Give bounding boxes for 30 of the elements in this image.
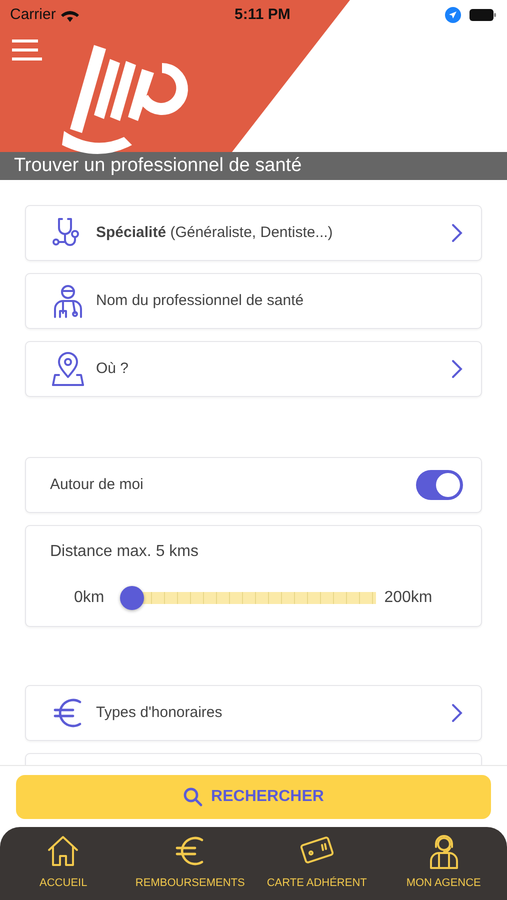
tab-item[interactable]: CARTE ADHÉRENT bbox=[254, 827, 380, 900]
home-icon bbox=[46, 834, 80, 868]
tab-item[interactable]: REMBOURSEMENTS bbox=[126, 827, 254, 900]
search-row[interactable]: Types d'honoraires bbox=[25, 685, 482, 741]
search-row[interactable]: Spécialité (Généraliste, Dentiste...) bbox=[25, 205, 482, 261]
search-icon bbox=[183, 787, 204, 807]
tab-item[interactable]: MON AGENCE bbox=[380, 827, 507, 900]
map-pin-icon bbox=[51, 351, 85, 387]
agent-icon bbox=[428, 833, 460, 869]
carrier-name: Carrier bbox=[10, 4, 56, 25]
row-label: Types d'honoraires bbox=[96, 702, 224, 723]
card-icon bbox=[298, 836, 336, 866]
row-label: Spécialité (Généraliste, Dentiste...) bbox=[96, 222, 334, 243]
slider-thumb[interactable] bbox=[120, 586, 144, 610]
battery-icon bbox=[469, 8, 497, 22]
row-label: Où ? bbox=[96, 358, 130, 379]
search-button[interactable]: RECHERCHER bbox=[16, 775, 491, 819]
menu-icon[interactable] bbox=[12, 38, 42, 62]
search-row[interactable]: Où ? bbox=[25, 341, 482, 397]
doctor-icon bbox=[52, 283, 84, 319]
status-time: 5:11 PM bbox=[234, 4, 290, 25]
toggle-switch[interactable] bbox=[416, 470, 463, 500]
row-label: Nom du professionnel de santé bbox=[96, 290, 305, 311]
search-row[interactable]: Nom du professionnel de santé bbox=[25, 273, 482, 329]
slider-min-label: 0km bbox=[74, 588, 104, 608]
slider-max-label: 200km bbox=[384, 588, 432, 608]
tab-item[interactable]: ACCUEIL bbox=[0, 827, 127, 900]
page-title: Trouver un professionnel de santé bbox=[0, 152, 507, 180]
toggle-label: Autour de moi bbox=[50, 474, 144, 495]
distance-label: Distance max. 5 kms bbox=[50, 542, 200, 562]
